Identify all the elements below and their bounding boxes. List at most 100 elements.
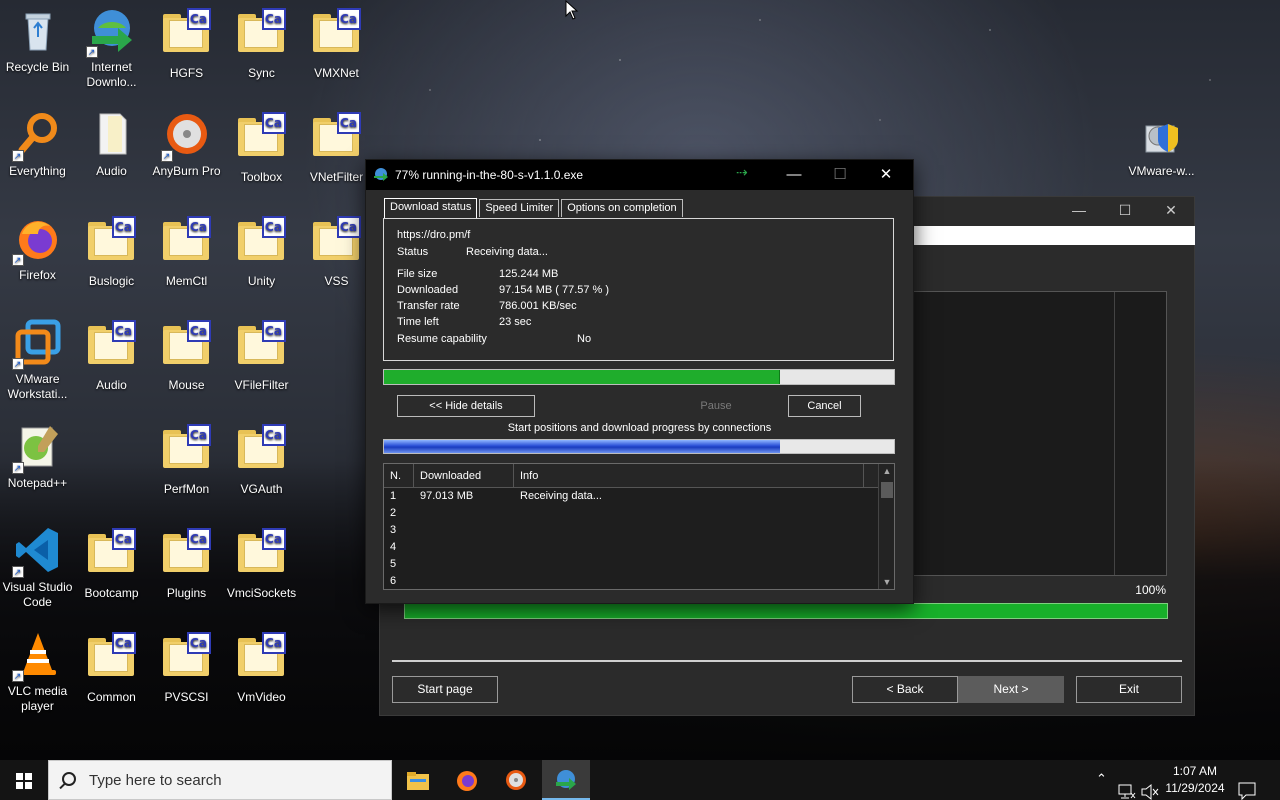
desktop-icon-label: Recycle Bin (5, 60, 70, 74)
scroll-up-icon[interactable]: ▲ (879, 466, 894, 476)
desktop-folder-plugins[interactable]: Ca Plugins (149, 526, 224, 601)
download-dialog[interactable]: 77% running-in-the-80-s-v1.1.0.exe ⇢ — ☐… (365, 159, 914, 604)
table-row[interactable]: 2 (384, 505, 894, 522)
desktop-icon-vlc[interactable]: ↗ VLC media player (0, 630, 75, 714)
desktop-icon-audio-file[interactable]: Audio (74, 110, 149, 179)
download-dialog-titlebar[interactable]: 77% running-in-the-80-s-v1.1.0.exe ⇢ — ☐… (366, 160, 913, 190)
desktop-folder-vss[interactable]: Ca VSS (299, 214, 374, 289)
desktop-folder-hgfs[interactable]: Ca HGFS (149, 6, 224, 81)
folder-badge: Ca (111, 528, 136, 550)
desktop-folder-vmxnet[interactable]: Ca VMXNet (299, 6, 374, 81)
desktop-folder-audio[interactable]: Ca Audio (74, 318, 149, 393)
resume-capability-label: Resume capability (397, 333, 487, 345)
connections-table-scrollbar[interactable]: ▲ ▼ (878, 464, 894, 589)
taskbar-search-box[interactable]: Type here to search (48, 760, 392, 800)
desktop-folder-unity[interactable]: Ca Unity (224, 214, 299, 289)
tab-speed-limiter[interactable]: Speed Limiter (479, 199, 560, 217)
start-button[interactable] (0, 760, 48, 800)
desktop-icon-vmware-installer[interactable]: VMware-w... (1124, 110, 1199, 179)
desktop-folder-vmvideo[interactable]: Ca VmVideo (224, 630, 299, 705)
chevron-up-icon[interactable]: ⌃ (1096, 771, 1107, 800)
desktop-folder-vfilefilter[interactable]: Ca VFileFilter (224, 318, 299, 393)
taskbar-clock[interactable]: 1:07 AM 11/29/2024 (1160, 763, 1230, 797)
folder-badge: Ca (186, 320, 211, 342)
scroll-down-icon[interactable]: ▼ (879, 577, 894, 587)
mouse-cursor-icon (565, 0, 579, 20)
column-header-info[interactable]: Info (514, 464, 864, 487)
back-button[interactable]: < Back (852, 676, 958, 703)
desktop-folder-vmcisockets[interactable]: Ca VmciSockets (224, 526, 299, 601)
desktop-icon-label: VLC media player (7, 684, 68, 713)
exit-button[interactable]: Exit (1076, 676, 1182, 703)
shortcut-arrow-icon: ↗ (11, 358, 24, 370)
column-header-n[interactable]: N. (384, 464, 414, 487)
downloaded-value: 97.154 MB ( 77.57 % ) (499, 284, 610, 296)
folder-badge: Ca (186, 632, 211, 654)
status-label: Status (397, 246, 429, 258)
desktop-folder-pvscsi[interactable]: Ca PVSCSI (149, 630, 224, 705)
document-icon (88, 110, 136, 158)
desktop-folder-mouse[interactable]: Ca Mouse (149, 318, 224, 393)
desktop-folder-sync[interactable]: Ca Sync (224, 6, 299, 81)
next-button[interactable]: Next > (958, 676, 1064, 703)
cancel-button[interactable]: Cancel (788, 395, 861, 417)
desktop-icon-vmware-workstation[interactable]: ↗ VMware Workstati... (0, 318, 75, 402)
desktop-icon-label: Audio (96, 164, 127, 178)
desktop-folder-toolbox[interactable]: Ca Toolbox (224, 110, 299, 185)
minimize-icon[interactable]: — (1056, 197, 1102, 223)
table-row[interactable]: 1 97.013 MB Receiving data... (384, 488, 894, 505)
desktop-icon-label: VSS (324, 274, 349, 288)
desktop-icon-notepad-plus-plus[interactable]: ↗ Notepad++ (0, 422, 75, 491)
network-icon[interactable] (1118, 772, 1136, 800)
desktop-folder-memctl[interactable]: Ca MemCtl (149, 214, 224, 289)
scrollbar-thumb[interactable] (881, 482, 893, 498)
taskbar-file-explorer[interactable] (394, 760, 442, 800)
desktop-folder-buslogic[interactable]: Ca Buslogic (74, 214, 149, 289)
start-page-button[interactable]: Start page (392, 676, 498, 703)
close-icon[interactable]: ✕ (1148, 197, 1194, 223)
table-row[interactable]: 6 (384, 573, 894, 589)
shortcut-arrow-icon: ↗ (85, 46, 98, 58)
desktop-icon-firefox[interactable]: ↗ Firefox (0, 214, 75, 283)
close-icon[interactable]: ✕ (863, 160, 909, 190)
taskbar-anyburn[interactable] (492, 760, 540, 800)
desktop-folder-bootcamp[interactable]: Ca Bootcamp (74, 526, 149, 601)
row-info (514, 573, 814, 589)
desktop-icon-everything[interactable]: ↗ Everything (0, 110, 75, 179)
folder-badge: Ca (261, 112, 286, 134)
minimize-icon[interactable]: — (771, 160, 817, 190)
download-dialog-title: 77% running-in-the-80-s-v1.1.0.exe (395, 168, 584, 182)
column-header-downloaded[interactable]: Downloaded (414, 464, 514, 487)
firefox-icon (457, 771, 477, 791)
desktop-folder-vnetfilter[interactable]: Ca VNetFilter (299, 110, 374, 185)
vmware-workstation-icon: ↗ (11, 318, 62, 370)
tab-options-on-completion[interactable]: Options on completion (561, 199, 683, 217)
tab-download-status[interactable]: Download status (384, 198, 478, 218)
row-number: 3 (390, 524, 397, 536)
folder-badge: Ca (186, 528, 211, 550)
desktop-folder-perfmon[interactable]: Ca PerfMon (149, 422, 224, 497)
table-row[interactable]: 4 (384, 539, 894, 556)
installer-progress-bar (404, 603, 1168, 619)
desktop-icon-internet-download-manager[interactable]: ↗ Internet Downlo... (74, 6, 149, 90)
folder-badge: Ca (261, 424, 286, 446)
row-downloaded (414, 505, 514, 522)
desktop-icon-recycle-bin[interactable]: Recycle Bin (0, 6, 75, 75)
desktop-icon-anyburn[interactable]: ↗ AnyBurn Pro (149, 110, 224, 179)
table-row[interactable]: 5 (384, 556, 894, 573)
desktop-icon-vscode[interactable]: ↗ Visual Studio Code (0, 526, 75, 610)
desktop-folder-common[interactable]: Ca Common (74, 630, 149, 705)
taskbar-firefox[interactable] (443, 760, 491, 800)
volume-muted-icon[interactable] (1141, 772, 1159, 800)
connections-progress-fill (384, 440, 780, 453)
connections-table[interactable]: N. Downloaded Info 1 97.013 MB Receiving d… (383, 463, 895, 590)
maximize-icon[interactable]: ☐ (1102, 197, 1148, 223)
shortcut-arrow-icon: ↗ (11, 670, 24, 682)
table-row[interactable]: 3 (384, 522, 894, 539)
notifications-icon[interactable] (1238, 771, 1256, 800)
file-explorer-icon (407, 772, 429, 790)
taskbar-idm[interactable] (542, 760, 590, 800)
hide-details-button[interactable]: << Hide details (397, 395, 535, 417)
desktop-icon-label: Mouse (168, 378, 205, 392)
desktop-folder-vgauth[interactable]: Ca VGAuth (224, 422, 299, 497)
